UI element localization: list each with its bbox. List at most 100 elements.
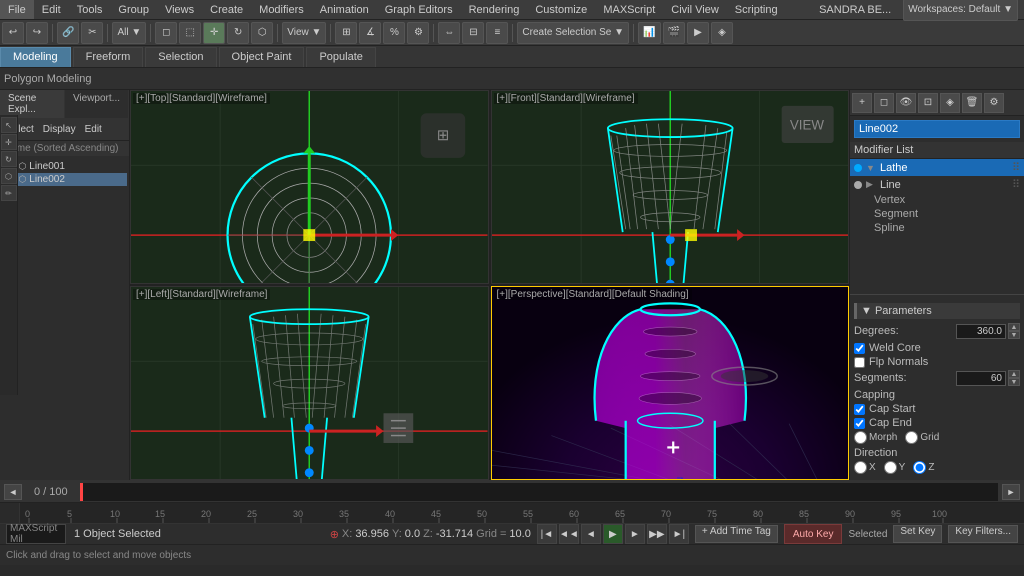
snap-toggle-btn[interactable]: ⊞ bbox=[335, 22, 357, 44]
scene-expl-tab[interactable]: Scene Expl... bbox=[0, 90, 65, 118]
menu-tools[interactable]: Tools bbox=[69, 0, 111, 19]
viewport-top[interactable]: [+][Top][Standard][Wireframe] bbox=[130, 90, 489, 284]
tab-modeling[interactable]: Modeling bbox=[0, 47, 71, 67]
viewport-tab[interactable]: Viewport... bbox=[65, 90, 129, 118]
menu-maxscript[interactable]: MAXScript bbox=[595, 0, 663, 19]
lt-scale-btn[interactable]: ⬡ bbox=[1, 168, 17, 184]
segments-input[interactable] bbox=[956, 371, 1006, 386]
menu-scripting[interactable]: Scripting bbox=[727, 0, 786, 19]
object-name-input[interactable] bbox=[854, 120, 1020, 138]
view-dropdown[interactable]: View ▼ bbox=[282, 22, 326, 44]
create-selection-dropdown[interactable]: Create Selection Se ▼ bbox=[517, 22, 629, 44]
select-btn[interactable]: ◻ bbox=[155, 22, 177, 44]
viewport-left[interactable]: [+][Left][Standard][Wireframe] bbox=[130, 286, 489, 480]
menu-customize[interactable]: Customize bbox=[527, 0, 595, 19]
menu-group[interactable]: Group bbox=[110, 0, 157, 19]
scene-item-line001[interactable]: 👁 ⬡ Line001 bbox=[2, 160, 127, 173]
menu-file[interactable]: File bbox=[0, 0, 34, 19]
menu-edit[interactable]: Edit bbox=[34, 0, 69, 19]
render-setup-btn[interactable]: 🎬 bbox=[663, 22, 685, 44]
snap-settings-btn[interactable]: ⚙ bbox=[407, 22, 429, 44]
anim-next-btn[interactable]: ▶▶ bbox=[647, 524, 667, 544]
rotate-btn[interactable]: ↻ bbox=[227, 22, 249, 44]
morph-radio[interactable]: Morph bbox=[854, 431, 897, 444]
cap-end-checkbox[interactable] bbox=[854, 418, 865, 429]
add-time-tag-btn[interactable]: + Add Time Tag bbox=[695, 525, 778, 543]
menu-create[interactable]: Create bbox=[202, 0, 251, 19]
percent-snap-btn[interactable]: % bbox=[383, 22, 405, 44]
mirror-btn[interactable]: ⇔ bbox=[438, 22, 460, 44]
menu-animation[interactable]: Animation bbox=[312, 0, 377, 19]
menu-civil-view[interactable]: Civil View bbox=[663, 0, 726, 19]
select-move-btn[interactable]: ✛ bbox=[203, 22, 225, 44]
degrees-spinner[interactable]: ▲ ▼ bbox=[1008, 323, 1020, 339]
segments-up[interactable]: ▲ bbox=[1008, 370, 1020, 378]
lt-transform-btn[interactable]: ✛ bbox=[1, 134, 17, 150]
select-link-btn[interactable]: 🔗 bbox=[57, 22, 79, 44]
anim-start-btn[interactable]: |◄ bbox=[537, 524, 557, 544]
ruler-track[interactable]: 0 5 10 15 20 25 30 35 40 bbox=[20, 503, 1024, 523]
tl-playhead[interactable] bbox=[80, 483, 83, 501]
scene-edit-btn[interactable]: Edit bbox=[81, 124, 106, 135]
degrees-input[interactable] bbox=[956, 324, 1006, 339]
modifier-lathe[interactable]: ▼ Lathe ⠿ bbox=[850, 159, 1024, 176]
rp-btn-1[interactable]: + bbox=[852, 93, 872, 113]
lt-paint-btn[interactable]: ✏ bbox=[1, 185, 17, 201]
graph-btn[interactable]: 📊 bbox=[638, 22, 660, 44]
degrees-down[interactable]: ▼ bbox=[1008, 331, 1020, 339]
scale-btn[interactable]: ⬡ bbox=[251, 22, 273, 44]
anim-prev-frame-btn[interactable]: ◄ bbox=[581, 524, 601, 544]
degrees-up[interactable]: ▲ bbox=[1008, 323, 1020, 331]
dir-y-radio[interactable]: Y bbox=[884, 461, 906, 474]
weld-core-checkbox[interactable] bbox=[854, 343, 865, 354]
rp-btn-trash[interactable]: 🗑 bbox=[962, 93, 982, 113]
break-link-btn[interactable]: ✂ bbox=[81, 22, 103, 44]
rp-btn-2[interactable]: ◻ bbox=[874, 93, 894, 113]
dir-z-radio[interactable]: Z bbox=[913, 461, 934, 474]
modifier-segment[interactable]: Segment bbox=[850, 207, 1024, 221]
grid-radio[interactable]: Grid bbox=[905, 431, 939, 444]
anim-end-btn[interactable]: ►| bbox=[669, 524, 689, 544]
viewport-front[interactable]: [+][Front][Standard][Wireframe] bbox=[491, 90, 850, 284]
select-region-btn[interactable]: ⬚ bbox=[179, 22, 201, 44]
dir-x-radio[interactable]: X bbox=[854, 461, 876, 474]
menu-modifiers[interactable]: Modifiers bbox=[251, 0, 312, 19]
rp-btn-4[interactable]: ⊡ bbox=[918, 93, 938, 113]
cap-start-checkbox[interactable] bbox=[854, 404, 865, 415]
menu-rendering[interactable]: Rendering bbox=[461, 0, 528, 19]
layer-btn[interactable]: ≡ bbox=[486, 22, 508, 44]
tl-expand-btn[interactable]: ◄ bbox=[4, 484, 22, 500]
anim-prev-btn[interactable]: ◄◄ bbox=[559, 524, 579, 544]
rp-btn-settings[interactable]: ⚙ bbox=[984, 93, 1004, 113]
modifier-vertex[interactable]: Vertex bbox=[850, 193, 1024, 207]
redo-btn[interactable]: ↪ bbox=[26, 22, 48, 44]
scene-item-line002[interactable]: 👁 ⬡ Line002 bbox=[2, 173, 127, 186]
segments-spinner[interactable]: ▲ ▼ bbox=[1008, 370, 1020, 386]
undo-btn[interactable]: ↩ bbox=[2, 22, 24, 44]
menu-graph-editors[interactable]: Graph Editors bbox=[377, 0, 461, 19]
script-mini[interactable]: MAXScript Mil bbox=[6, 524, 66, 544]
viewport-perspective[interactable]: [+][Perspective][Standard][Default Shadi… bbox=[491, 286, 850, 480]
tab-freeform[interactable]: Freeform bbox=[73, 47, 144, 67]
key-filters-btn[interactable]: Key Filters... bbox=[948, 525, 1018, 543]
rp-btn-3[interactable]: 👁 bbox=[896, 93, 916, 113]
menu-views[interactable]: Views bbox=[157, 0, 202, 19]
set-key-btn[interactable]: Set Key bbox=[893, 525, 942, 543]
tab-populate[interactable]: Populate bbox=[306, 47, 375, 67]
anim-play-btn[interactable]: ▶ bbox=[603, 524, 623, 544]
align-btn[interactable]: ⊟ bbox=[462, 22, 484, 44]
angle-snap-btn[interactable]: ∡ bbox=[359, 22, 381, 44]
select-mode-dropdown[interactable]: All ▼ bbox=[112, 22, 146, 44]
workspace-btn[interactable]: Workspaces: Default ▼ bbox=[903, 0, 1018, 21]
lt-rotate-btn[interactable]: ↻ bbox=[1, 151, 17, 167]
tab-selection[interactable]: Selection bbox=[145, 47, 216, 67]
segments-down[interactable]: ▼ bbox=[1008, 378, 1020, 386]
scene-display-btn[interactable]: Display bbox=[39, 124, 80, 135]
autokey-btn[interactable]: Auto Key bbox=[784, 524, 843, 544]
modifier-spline[interactable]: Spline bbox=[850, 221, 1024, 235]
material-editor-btn[interactable]: ◈ bbox=[711, 22, 733, 44]
modifier-line[interactable]: ▶ Line ⠿ bbox=[850, 176, 1024, 193]
tl-right-btn[interactable]: ► bbox=[1002, 484, 1020, 500]
lt-select-btn[interactable]: ↖ bbox=[1, 117, 17, 133]
tab-object-paint[interactable]: Object Paint bbox=[219, 47, 305, 67]
